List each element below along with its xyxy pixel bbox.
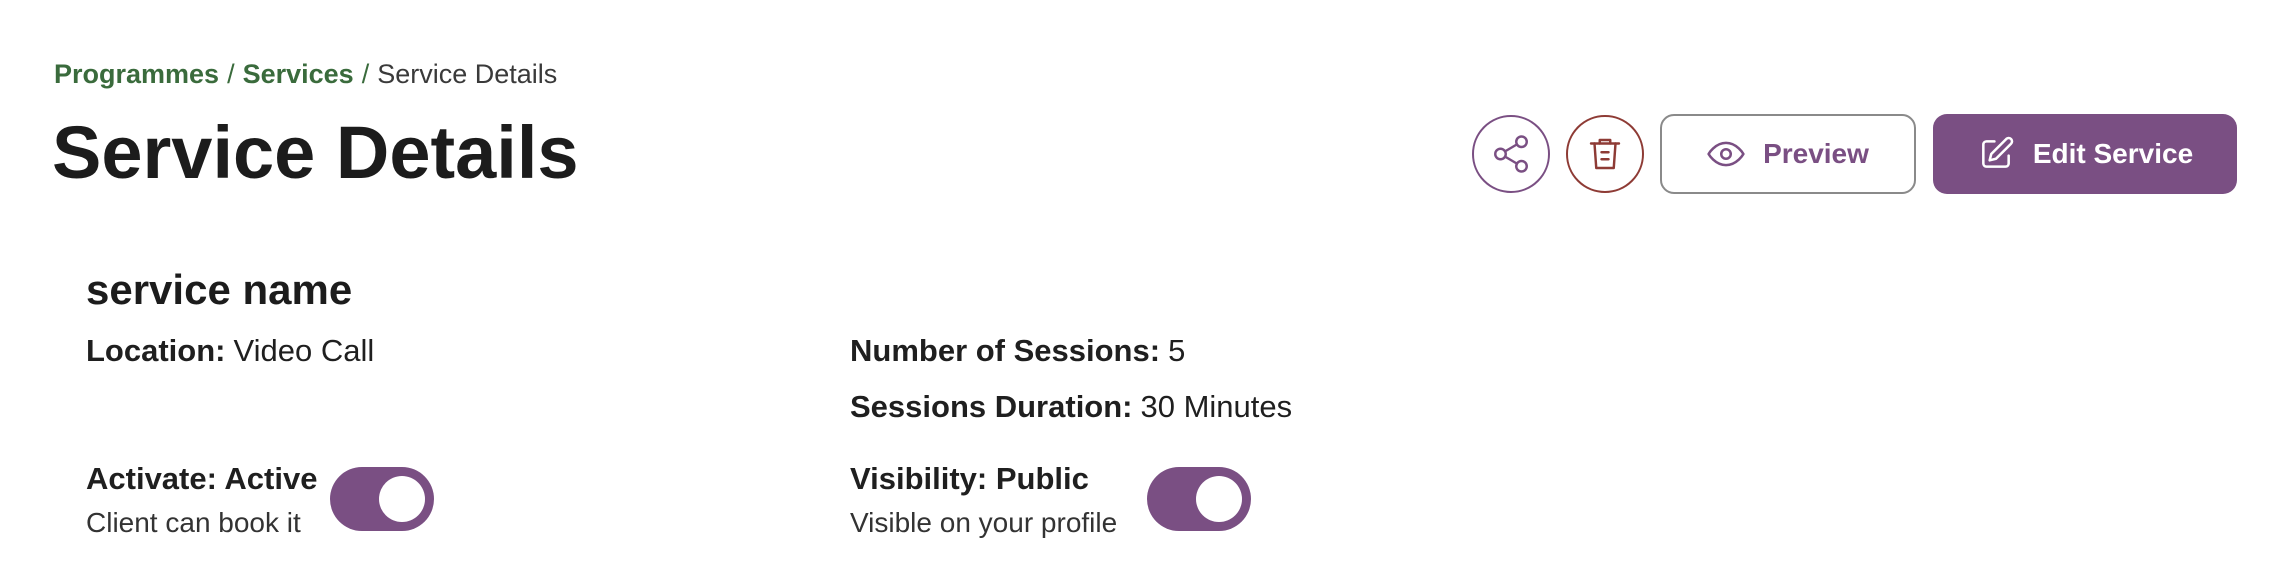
trash-icon <box>1589 138 1621 170</box>
location-label: Location: <box>86 333 226 368</box>
breadcrumb-current: Service Details <box>377 59 558 89</box>
location-field: Location: Video Call <box>86 331 374 371</box>
duration-label: Sessions Duration: <box>850 389 1133 424</box>
delete-button[interactable] <box>1566 115 1644 193</box>
toggle-knob <box>379 476 425 522</box>
breadcrumb-services[interactable]: Services <box>243 59 354 89</box>
toggle-knob <box>1196 476 1242 522</box>
sessions-label: Number of Sessions: <box>850 333 1161 368</box>
breadcrumb-separator: / <box>227 59 235 89</box>
preview-label: Preview <box>1763 138 1869 169</box>
service-details-page: Programmes / Services / Service Details Serv… <box>0 0 2290 586</box>
visibility-setting: Visibility: Public Visible on your profi… <box>850 459 1117 541</box>
sessions-value: 5 <box>1168 333 1186 368</box>
visibility-toggle[interactable] <box>1147 467 1251 531</box>
breadcrumb-programmes[interactable]: Programmes <box>54 59 219 89</box>
visibility-title: Visibility: Public <box>850 461 1089 496</box>
activate-title: Activate: Active <box>86 461 318 496</box>
visibility-subtitle: Visible on your profile <box>850 507 1118 538</box>
preview-button[interactable]: Preview <box>1660 114 1916 194</box>
duration-value: 30 Minutes <box>1140 389 1293 424</box>
edit-service-button[interactable]: Edit Service <box>1933 114 2237 194</box>
eye-icon <box>1707 141 1745 167</box>
service-name: service name <box>86 266 353 313</box>
page-title: Service Details <box>52 111 579 194</box>
breadcrumb-separator: / <box>361 59 370 89</box>
share-button[interactable] <box>1472 115 1550 193</box>
edit-service-label: Edit Service <box>2032 138 2194 169</box>
location-value: Video Call <box>233 333 375 368</box>
sessions-field: Number of Sessions: 5 <box>850 331 1185 371</box>
edit-icon <box>1981 136 2014 168</box>
header-actions: Preview Edit Service <box>1472 114 2237 194</box>
breadcrumb: Programmes / Services / Service Details <box>54 56 557 92</box>
share-icon <box>1494 135 1528 173</box>
activate-toggle[interactable] <box>330 467 434 531</box>
duration-field: Sessions Duration: 30 Minutes <box>850 387 1292 427</box>
activate-subtitle: Client can book it <box>86 507 301 538</box>
activate-setting: Activate: Active Client can book it <box>86 459 317 541</box>
